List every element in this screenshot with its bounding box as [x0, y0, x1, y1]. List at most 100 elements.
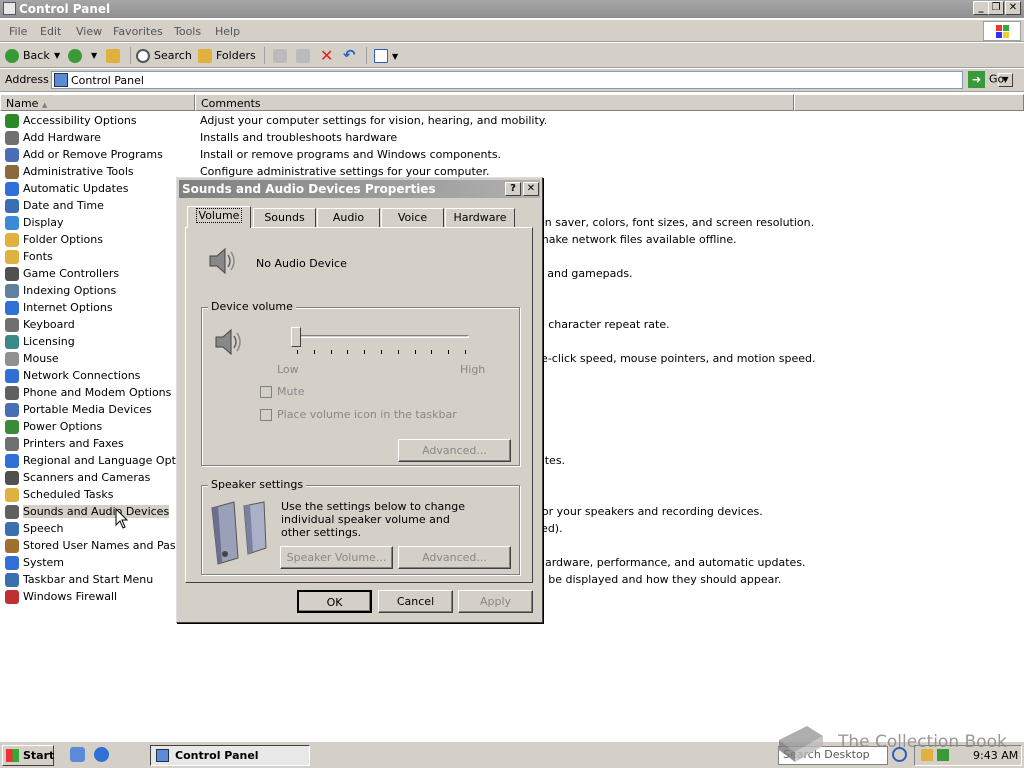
item-icon	[5, 522, 19, 536]
item-icon	[5, 454, 19, 468]
address-input[interactable]: Control Panel ▼	[51, 71, 1013, 89]
minimize-button[interactable]: _	[973, 1, 989, 15]
list-item[interactable]: Administrative Tools	[5, 163, 195, 180]
list-item[interactable]: Date and Time	[5, 197, 195, 214]
list-item[interactable]: Mouse	[5, 350, 195, 367]
forward-button[interactable]	[68, 47, 86, 64]
list-item[interactable]: Regional and Language Options	[5, 452, 195, 469]
address-label: Address	[5, 73, 49, 86]
menu-help[interactable]: Help	[215, 25, 240, 38]
copy-to-icon[interactable]	[296, 47, 314, 64]
list-item[interactable]: Sounds and Audio Devices	[5, 503, 195, 520]
item-name: Add or Remove Programs	[23, 148, 163, 161]
volume-tick	[330, 350, 332, 354]
item-icon	[5, 114, 19, 128]
tab-volume[interactable]: Volume	[187, 206, 251, 228]
list-item[interactable]: Accessibility Options	[5, 112, 195, 129]
help-button[interactable]: ?	[505, 182, 521, 196]
menu-file[interactable]: File	[9, 25, 27, 38]
list-item[interactable]: Stored User Names and Passwords	[5, 537, 195, 554]
item-comment: le-click speed, mouse pointers, and moti…	[538, 352, 816, 365]
list-item[interactable]: Taskbar and Start Menu	[5, 571, 195, 588]
delete-icon[interactable]: ✕	[320, 47, 333, 64]
tab-sounds[interactable]: Sounds	[253, 208, 316, 227]
mute-checkbox[interactable]	[260, 386, 272, 398]
item-comment: Installs and troubleshoots hardware	[200, 131, 398, 144]
volume-advanced-button[interactable]: Advanced...	[398, 439, 511, 462]
back-dropdown-icon[interactable]: ▼	[54, 47, 60, 64]
column-empty[interactable]	[794, 94, 1024, 111]
list-item[interactable]: Phone and Modem Options	[5, 384, 195, 401]
list-item[interactable]: Display	[5, 214, 195, 231]
list-item[interactable]: Network Connections	[5, 367, 195, 384]
menu-favorites[interactable]: Favorites	[113, 25, 163, 38]
search-button[interactable]: Search	[136, 47, 192, 64]
go-button[interactable]: ➜ Go	[968, 71, 1018, 89]
item-name: Display	[23, 216, 64, 229]
item-name: Stored User Names and Passwords	[23, 539, 195, 552]
item-name: Speech	[23, 522, 64, 535]
dialog-close-button[interactable]: ✕	[523, 182, 539, 196]
start-button[interactable]: Start	[2, 745, 54, 766]
column-comments[interactable]: Comments	[195, 94, 794, 111]
list-item[interactable]: Add or Remove Programs	[5, 146, 195, 163]
list-item[interactable]: Internet Options	[5, 299, 195, 316]
dialog-titlebar[interactable]: Sounds and Audio Devices Properties ? ✕	[179, 180, 540, 198]
back-label: Back	[23, 49, 50, 62]
restore-button[interactable]: ❐	[988, 1, 1004, 15]
item-icon	[5, 420, 19, 434]
column-name[interactable]: Name ▲	[0, 94, 195, 111]
back-button[interactable]: Back	[5, 47, 50, 64]
list-item[interactable]: Scheduled Tasks	[5, 486, 195, 503]
move-to-icon[interactable]	[273, 47, 291, 64]
list-item[interactable]: Speech	[5, 520, 195, 537]
apply-button[interactable]: Apply	[458, 590, 533, 613]
list-item[interactable]: Fonts	[5, 248, 195, 265]
list-item[interactable]: Keyboard	[5, 316, 195, 333]
volume-tick	[347, 350, 349, 354]
tab-hardware[interactable]: Hardware	[445, 208, 515, 227]
undo-icon[interactable]: ↶	[343, 47, 356, 64]
views-button[interactable]: ▼	[374, 47, 398, 64]
cancel-button[interactable]: Cancel	[378, 590, 453, 613]
item-icon	[5, 573, 19, 587]
menu-view[interactable]: View	[76, 25, 102, 38]
list-item[interactable]: Portable Media Devices	[5, 401, 195, 418]
list-item[interactable]: Folder Options	[5, 231, 195, 248]
volume-slider-thumb[interactable]	[291, 327, 301, 347]
folders-button[interactable]: Folders	[198, 47, 256, 64]
item-comment: Install or remove programs and Windows c…	[200, 148, 502, 161]
show-desktop-icon[interactable]	[70, 747, 85, 762]
back-arrow-icon	[5, 49, 19, 63]
list-item[interactable]: Automatic Updates	[5, 180, 195, 197]
window-titlebar[interactable]: Control Panel _ ❐ ✕	[0, 0, 1024, 18]
menu-edit[interactable]: Edit	[40, 25, 61, 38]
list-item[interactable]: Add Hardware	[5, 129, 195, 146]
ok-button[interactable]: OK	[297, 590, 372, 613]
tab-voice[interactable]: Voice	[381, 208, 444, 227]
list-item[interactable]: Scanners and Cameras	[5, 469, 195, 486]
list-item[interactable]: Indexing Options	[5, 282, 195, 299]
taskbar-control-panel[interactable]: Control Panel	[150, 745, 310, 766]
list-item[interactable]: Power Options	[5, 418, 195, 435]
list-item[interactable]: System	[5, 554, 195, 571]
forward-dropdown-icon[interactable]: ▼	[91, 47, 97, 64]
list-item[interactable]: Game Controllers	[5, 265, 195, 282]
sort-ascending-icon: ▲	[41, 101, 48, 109]
taskbar-icon-checkbox[interactable]	[260, 409, 272, 421]
internet-explorer-icon[interactable]	[94, 747, 109, 762]
speaker-volume-button[interactable]: Speaker Volume...	[280, 546, 393, 569]
folders-label: Folders	[216, 49, 256, 62]
device-volume-label: Device volume	[208, 300, 296, 313]
speaker-advanced-button[interactable]: Advanced...	[398, 546, 511, 569]
list-item[interactable]: Printers and Faxes	[5, 435, 195, 452]
item-icon	[5, 131, 19, 145]
up-folder-button[interactable]	[106, 47, 124, 64]
menu-tools[interactable]: Tools	[174, 25, 201, 38]
taskbar-icon-label: Place volume icon in the taskbar	[277, 408, 457, 421]
list-item[interactable]: Licensing	[5, 333, 195, 350]
list-item[interactable]: Windows Firewall	[5, 588, 195, 605]
item-icon	[5, 165, 19, 179]
tab-audio[interactable]: Audio	[317, 208, 380, 227]
close-button[interactable]: ✕	[1005, 1, 1021, 15]
